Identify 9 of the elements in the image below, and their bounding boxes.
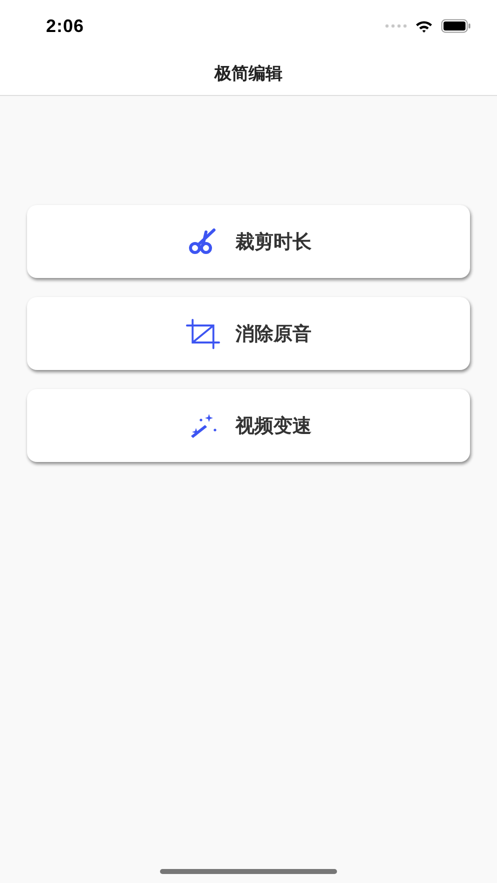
- wifi-icon: [415, 20, 433, 32]
- battery-icon: [441, 19, 471, 33]
- signal-icon: [385, 24, 407, 28]
- action-button[interactable]: 裁剪时长: [27, 205, 470, 278]
- crop-icon: [186, 318, 220, 350]
- action-button[interactable]: 消除原音: [27, 297, 470, 370]
- action-button[interactable]: 视频变速: [27, 389, 470, 462]
- status-time: 2:06: [46, 16, 84, 36]
- nav-title: 极简编辑: [214, 63, 282, 85]
